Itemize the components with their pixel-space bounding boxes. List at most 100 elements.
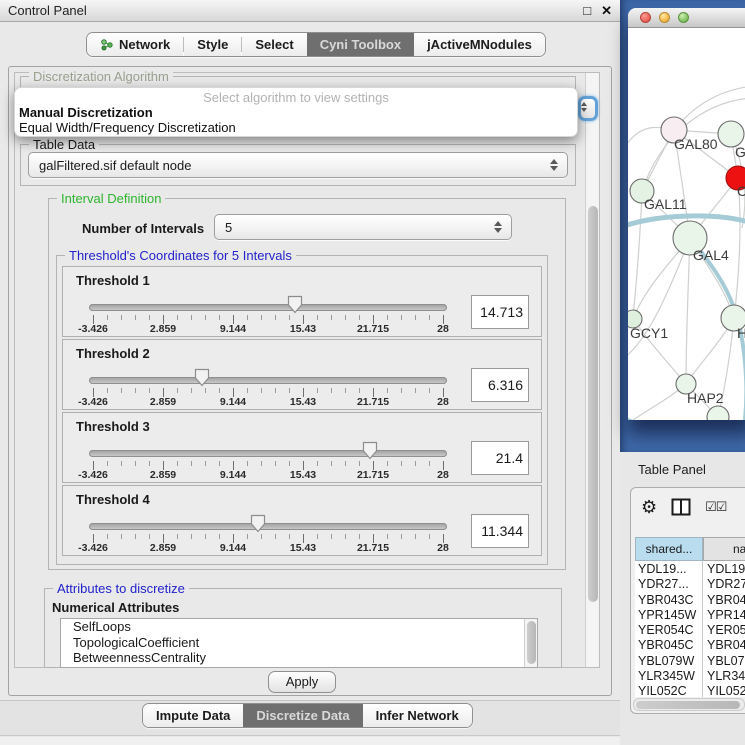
tick-label: 9.144 bbox=[220, 542, 246, 554]
tab-infer-network[interactable]: Infer Network bbox=[363, 704, 472, 727]
node-bottom[interactable] bbox=[707, 406, 729, 420]
table-cell: YBR045C bbox=[638, 638, 696, 653]
table-column-name[interactable]: YDL19... YDR27... YBR043C YPR145W YER054… bbox=[707, 562, 745, 697]
tick-label: 21.715 bbox=[357, 542, 389, 554]
table-cell: YER054C bbox=[638, 623, 696, 638]
tab-discretize-data[interactable]: Discretize Data bbox=[243, 704, 362, 727]
node-label: GAL80 bbox=[674, 136, 718, 152]
threshold-label: Threshold 4 bbox=[76, 492, 150, 507]
combo-arrows-icon bbox=[550, 159, 558, 171]
network-window-titlebar[interactable] bbox=[628, 8, 745, 28]
tick-label: -3.426 bbox=[78, 469, 108, 481]
table-column-shared[interactable]: YDL19... YDR27... YBR043C YPR145W YER054… bbox=[638, 562, 696, 697]
table-cell: YLR345W bbox=[707, 669, 745, 684]
gear-icon[interactable]: ⚙ bbox=[641, 498, 657, 516]
popup-item-manual-discretization[interactable]: Manual Discretization bbox=[19, 105, 153, 120]
zoom-traffic-light-icon[interactable] bbox=[678, 12, 689, 23]
close-traffic-light-icon[interactable] bbox=[640, 12, 651, 23]
tab-cyni-toolbox[interactable]: Cyni Toolbox bbox=[307, 33, 414, 56]
slider-thumb[interactable] bbox=[287, 295, 303, 319]
network-view-window[interactable]: GAL80 GA C GAL11 GAL4 GCY1 H HAP2 bbox=[628, 8, 745, 420]
node-label: GAL4 bbox=[693, 247, 729, 263]
fieldset-legend: Interval Definition bbox=[57, 191, 165, 206]
table-cell: YDL19... bbox=[638, 562, 696, 577]
slider-thumb[interactable] bbox=[362, 441, 378, 465]
list-item[interactable]: SelfLoops bbox=[61, 619, 537, 635]
threshold-label: Threshold 2 bbox=[76, 346, 150, 361]
number-of-intervals-combo[interactable]: 5 bbox=[214, 214, 512, 240]
float-window-icon[interactable]: □ bbox=[583, 3, 591, 19]
table-cell: YBR043C bbox=[638, 593, 696, 608]
threshold-3-box: Threshold 3 -3.426 2.859 9.144 15.43 21.… bbox=[62, 412, 542, 483]
bottom-margin bbox=[0, 737, 620, 745]
tick-label: 2.859 bbox=[150, 469, 176, 481]
table-rows: YDL19... YDR27... YBR043C YPR145W YER054… bbox=[635, 561, 745, 697]
minimize-traffic-light-icon[interactable] bbox=[659, 12, 670, 23]
slider-thumb[interactable] bbox=[250, 514, 266, 538]
tab-style[interactable]: Style bbox=[184, 33, 241, 56]
network-icon bbox=[100, 38, 114, 52]
fieldset-legend: Threshold's Coordinates for 5 Intervals bbox=[65, 248, 296, 263]
table-horizontal-scrollbar[interactable] bbox=[633, 698, 745, 711]
tick-label: 9.144 bbox=[220, 396, 246, 408]
split-table-icon[interactable] bbox=[671, 498, 691, 516]
algorithm-combo-button[interactable] bbox=[578, 96, 598, 121]
tick-label: 15.43 bbox=[290, 323, 316, 335]
list-item[interactable]: BetweennessCentrality bbox=[61, 650, 537, 666]
attributes-list-scrollbar[interactable] bbox=[524, 619, 537, 667]
algorithm-dropdown-popup: Select algorithm to view settings Manual… bbox=[14, 87, 578, 137]
table-cell: YIL052C bbox=[638, 684, 696, 697]
network-graph bbox=[628, 28, 745, 420]
node-label: GA bbox=[735, 144, 745, 160]
slider-thumb[interactable] bbox=[194, 368, 210, 392]
combo-arrows-icon bbox=[494, 221, 502, 233]
threshold-value-field[interactable]: 21.4 bbox=[471, 441, 529, 475]
tick-label: 9.144 bbox=[220, 323, 246, 335]
tab-select[interactable]: Select bbox=[242, 33, 306, 56]
column-header-name[interactable]: name bbox=[703, 537, 745, 561]
table-cell: YBR045C bbox=[707, 638, 745, 653]
numerical-attributes-label: Numerical Attributes bbox=[52, 600, 179, 615]
combo-value: galFiltered.sif default node bbox=[39, 158, 191, 173]
table-cell: YBR043C bbox=[707, 593, 745, 608]
list-item[interactable]: TopologicalCoefficient bbox=[61, 635, 537, 651]
tab-impute-data[interactable]: Impute Data bbox=[143, 704, 243, 727]
tick-label: 15.43 bbox=[290, 396, 316, 408]
popup-item-equal-width[interactable]: Equal Width/Frequency Discretization bbox=[19, 120, 236, 135]
tick-label: 15.43 bbox=[290, 542, 316, 554]
tab-label: Cyni Toolbox bbox=[320, 37, 401, 52]
control-panel-titlebar: Control Panel □ ✕ bbox=[0, 0, 620, 22]
threshold-label: Threshold 3 bbox=[76, 419, 150, 434]
fieldset-legend: Discretization Algorithm bbox=[29, 69, 173, 84]
tab-network[interactable]: Network bbox=[87, 33, 183, 56]
tab-jactivemnodules[interactable]: jActiveMNodules bbox=[414, 33, 545, 56]
column-header-shared-name[interactable]: shared... bbox=[635, 537, 703, 561]
tick-label: 9.144 bbox=[220, 469, 246, 481]
select-columns-icon[interactable]: ☑☑ bbox=[705, 499, 726, 515]
settings-scrollbar[interactable] bbox=[585, 73, 599, 667]
tick-label: -3.426 bbox=[78, 542, 108, 554]
threshold-value-field[interactable]: 11.344 bbox=[471, 514, 529, 548]
numerical-attributes-list: SelfLoops TopologicalCoefficient Between… bbox=[60, 618, 538, 668]
fieldset-legend: Attributes to discretize bbox=[53, 581, 189, 596]
table-cell: YLR345W bbox=[638, 669, 696, 684]
combo-placeholder-item[interactable]: Select algorithm to view settings bbox=[15, 90, 577, 105]
table-cell: YBL079W bbox=[638, 654, 696, 669]
tick-label: -3.426 bbox=[78, 396, 108, 408]
table-panel-title: Table Panel bbox=[638, 462, 706, 477]
panel-title: Control Panel bbox=[8, 3, 87, 18]
node-label: HAP2 bbox=[687, 390, 724, 406]
table-data-combo[interactable]: galFiltered.sif default node bbox=[28, 152, 568, 178]
network-canvas[interactable]: GAL80 GA C GAL11 GAL4 GCY1 H HAP2 bbox=[628, 28, 745, 420]
apply-button[interactable]: Apply bbox=[268, 671, 336, 693]
tick-label: 2.859 bbox=[150, 396, 176, 408]
tick-label: 28 bbox=[437, 396, 449, 408]
tab-label: Select bbox=[255, 37, 293, 52]
threshold-value-field[interactable]: 14.713 bbox=[471, 295, 529, 329]
table-cell: YIL052C bbox=[707, 684, 745, 697]
threshold-value-field[interactable]: 6.316 bbox=[471, 368, 529, 402]
tick-label: 2.859 bbox=[150, 323, 176, 335]
close-icon[interactable]: ✕ bbox=[601, 3, 612, 19]
fieldset-legend: Table Data bbox=[29, 137, 99, 152]
column-divider bbox=[702, 561, 703, 697]
